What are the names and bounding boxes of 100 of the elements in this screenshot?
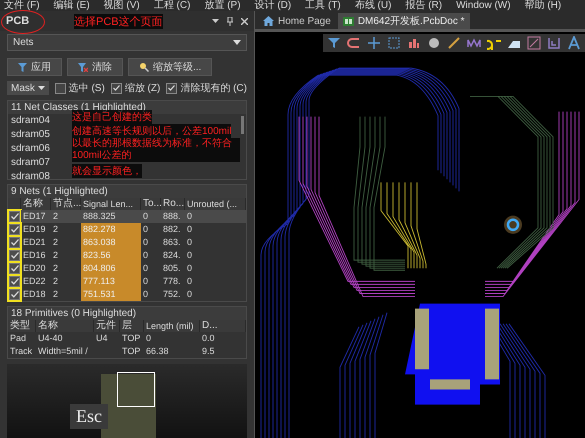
table-cell: 751.531 [81, 288, 141, 301]
net-checkbox[interactable] [9, 250, 20, 261]
option-checkbox[interactable]: 清除现有的 (C) [166, 81, 247, 95]
menu-item[interactable]: 工程 (C) [154, 0, 190, 11]
table-cell-text: 0 [186, 288, 194, 301]
annotation-text: 选择PCB这个页面 [74, 14, 163, 29]
menu-item[interactable]: 报告 (R) [405, 0, 442, 11]
column-header[interactable]: Ro... [161, 198, 185, 210]
pcb-file-icon [342, 16, 354, 26]
table-cell-text: 0 [186, 249, 194, 262]
menu-item[interactable]: 布线 (U) [354, 0, 392, 11]
menu-item[interactable]: 设计 (D) [254, 0, 292, 11]
caret-icon [38, 86, 45, 90]
circle-icon[interactable] [427, 36, 441, 50]
column-header[interactable]: To... [141, 198, 161, 210]
view-frame[interactable] [117, 372, 155, 407]
table-cell-text: 2 [52, 236, 60, 249]
net-checkbox[interactable] [9, 276, 20, 287]
select-icon[interactable] [387, 36, 401, 50]
table-cell: 0 [141, 210, 161, 223]
document-tab[interactable]: Home Page [258, 13, 336, 29]
key-overlay: Esc [70, 404, 108, 429]
chart-icon[interactable] [407, 36, 421, 50]
table-cell: 823.56 [81, 249, 141, 262]
mask-dropdown[interactable]: Mask [7, 81, 49, 95]
table-cell-text: 0 [142, 249, 150, 262]
close-icon[interactable] [241, 18, 248, 24]
magnet-icon[interactable] [347, 36, 361, 50]
table-cell-text: 2 [52, 275, 60, 288]
table-cell-text: Pad [9, 332, 28, 345]
route-icon[interactable] [447, 36, 461, 50]
table-cell-text: ED18 [22, 288, 47, 301]
net-class-item[interactable]: sdram08 [8, 170, 67, 184]
net-class-item[interactable]: sdram05 [8, 128, 67, 142]
table-cell-text: TOP [121, 332, 142, 345]
net-checkbox[interactable] [9, 211, 20, 222]
table-cell-text: 0 [186, 275, 194, 288]
net-checkbox[interactable] [9, 224, 20, 235]
net-checkbox[interactable] [9, 237, 20, 248]
menu-item[interactable]: 视图 (V) [104, 0, 140, 11]
document-tab[interactable]: DM642开发板.PcbDoc * [338, 13, 470, 29]
menu-item[interactable]: 工具 (T) [305, 0, 341, 11]
net-checkbox[interactable] [9, 263, 20, 274]
scrollbar[interactable] [241, 116, 244, 134]
table-cell-text: ED20 [22, 262, 47, 275]
table-cell-text: 882. [162, 223, 182, 236]
box-icon[interactable] [547, 36, 561, 50]
table-cell-text: 752. [162, 288, 182, 301]
table-cell-text: 0 [186, 223, 194, 236]
column-header[interactable]: D... [200, 320, 246, 332]
zoom-button[interactable]: 缩放等级... [128, 58, 212, 76]
column-header[interactable]: Length (mil) [144, 320, 200, 332]
mode-dropdown[interactable]: Nets [7, 34, 247, 51]
column-header[interactable]: 元件 [94, 320, 120, 332]
plus-icon[interactable] [367, 36, 381, 50]
table-cell-text: 0 [145, 332, 152, 345]
table-cell-text: 0 [142, 262, 150, 275]
dropdown-icon[interactable] [212, 18, 219, 24]
menu-item[interactable]: 放置 (P) [204, 0, 241, 11]
table-cell-text: Width=5mil / [37, 345, 89, 358]
table-cell: 2 [51, 210, 81, 223]
filter-clear-icon [78, 62, 88, 72]
column-header[interactable]: 名称 [21, 198, 51, 210]
net-class-item[interactable]: sdram07 [8, 156, 67, 170]
magnifier-icon [139, 62, 149, 72]
annotation-text: 以最长的那根数据线为标准，不符合100mil公差的 [72, 138, 240, 162]
clear-button[interactable]: 清除 [67, 58, 123, 76]
line-icon[interactable] [527, 36, 541, 50]
table-cell-text: 0.0 [201, 332, 216, 345]
filter-icon[interactable] [327, 36, 341, 50]
caret-icon [233, 40, 241, 45]
menu-item[interactable]: 编辑 (E) [54, 0, 90, 11]
column-header[interactable]: Signal Len... [81, 198, 141, 210]
text-icon[interactable] [567, 36, 581, 50]
column-header[interactable]: 类型 [8, 320, 36, 332]
table-cell-text: 824. [162, 249, 182, 262]
table-cell-text: 0 [142, 275, 150, 288]
filter-button[interactable]: 应用 [7, 58, 62, 76]
option-checkbox[interactable]: 选中 (S) [54, 81, 105, 95]
table-cell-text: 0 [186, 262, 194, 275]
column-header[interactable]: 名称 [36, 320, 94, 332]
option-checkbox[interactable]: 缩放 (Z) [110, 81, 160, 95]
annotation-text: 就会显示颜色， [72, 164, 142, 178]
table-cell-text: U4 [95, 332, 109, 345]
table-cell-text: 0 [142, 223, 150, 236]
table-cell-text: 2 [52, 223, 60, 236]
column-header[interactable]: 节点... [51, 198, 81, 210]
column-header[interactable]: Unrouted (... [185, 198, 246, 210]
net-class-item[interactable]: sdram04 [8, 114, 67, 128]
table-cell-text: Track [9, 345, 34, 358]
menu-item[interactable]: Window (W) [456, 0, 511, 11]
net-checkbox[interactable] [9, 289, 20, 300]
table-cell-text: 2 [52, 262, 60, 275]
net-class-item[interactable]: sdram06 [8, 142, 67, 156]
table-cell: 882.278 [81, 223, 141, 236]
menu-item[interactable]: 帮助 (H) [524, 0, 562, 11]
table-cell: 777.113 [81, 275, 141, 288]
column-header[interactable]: 层 [120, 320, 144, 332]
table-cell-text: U4-40 [37, 332, 64, 345]
wave-icon[interactable] [467, 36, 481, 50]
